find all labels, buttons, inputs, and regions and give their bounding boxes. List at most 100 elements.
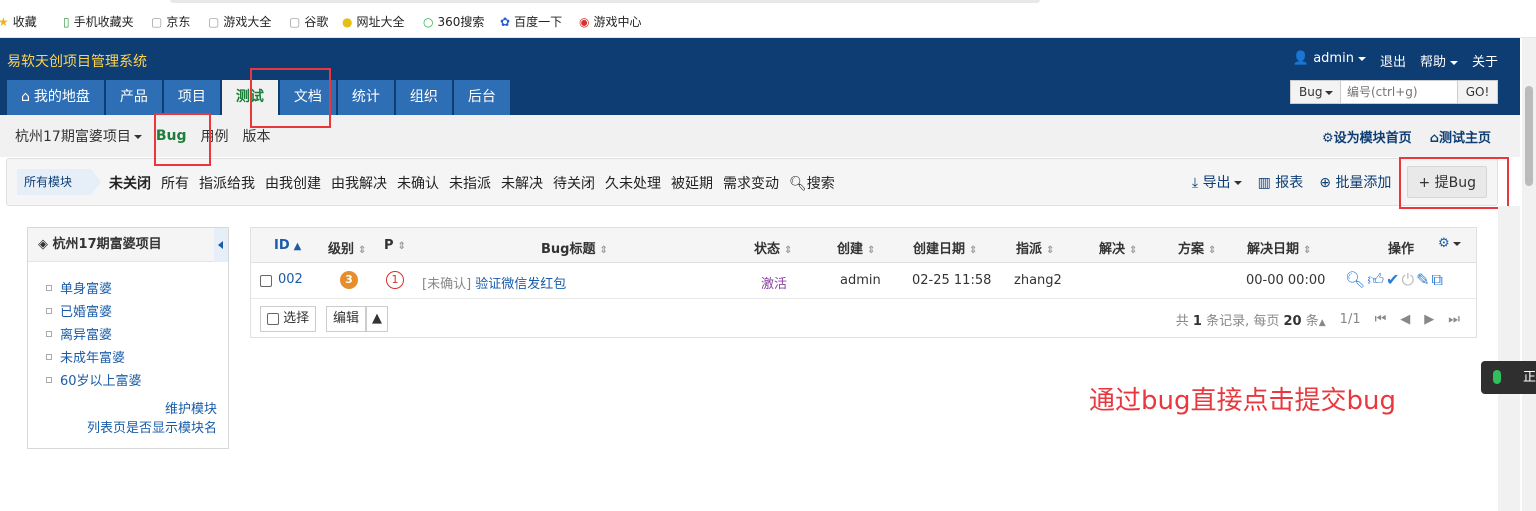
bookmark-baidu[interactable]: ✿ 百度一下 (500, 13, 562, 30)
search-go-button[interactable]: GO! (1457, 81, 1497, 103)
column-created-date[interactable]: 创建日期 ⇕ (913, 238, 977, 257)
tab-my-dashboard[interactable]: ⌂ 我的地盘 (7, 80, 104, 115)
first-page-icon[interactable]: ⏮ (1375, 312, 1387, 327)
tab-product[interactable]: 产品 (105, 80, 162, 115)
batch-edit-button[interactable]: 编辑 (326, 306, 367, 332)
filter-to-close[interactable]: 待关闭 (553, 173, 595, 193)
show-module-name-link[interactable]: 列表页是否显示模块名 (87, 419, 217, 438)
column-priority[interactable]: P ⇕ (384, 238, 406, 253)
batch-add-link[interactable]: ⊕ 批量添加 (1319, 172, 1391, 192)
microphone-icon (1493, 370, 1501, 384)
last-page-icon[interactable]: ⏭ (1448, 312, 1460, 327)
filter-unclosed[interactable]: 未关闭 (109, 173, 151, 193)
filter-all[interactable]: 所有 (161, 173, 189, 193)
table-row[interactable]: 002 3 1 [未确认] 验证微信发红包 激活 admin 02-25 11:… (251, 264, 1476, 299)
module-item[interactable]: 已婚富婆 (46, 299, 228, 322)
bookmark-favorites[interactable]: ★ 收藏 (0, 13, 37, 30)
filter-opened-by-me[interactable]: 由我创建 (265, 173, 321, 193)
scrollbar[interactable] (1522, 38, 1536, 511)
scrollbar-thumb[interactable] (1525, 86, 1533, 186)
tab-org[interactable]: 组织 (395, 80, 452, 115)
filter-unconfirmed[interactable]: 未确认 (397, 173, 439, 193)
module-item[interactable]: 未成年富婆 (46, 345, 228, 368)
close-icon[interactable]: ⏻ (1401, 270, 1414, 290)
highlight-test-tab (250, 68, 331, 128)
filter-unresolved[interactable]: 未解决 (501, 173, 543, 193)
filter-need-confirm[interactable]: 需求变动 (723, 173, 779, 193)
chevron-up-icon[interactable]: ▲ (1319, 318, 1326, 328)
filter-long-lasting[interactable]: 久未处理 (605, 173, 661, 193)
export-dropdown[interactable]: ⤓ 导出 (1192, 172, 1242, 192)
column-settings-icon[interactable]: ⚙ (1438, 236, 1461, 251)
all-modules-chip[interactable]: 所有模块 (17, 169, 101, 195)
column-severity[interactable]: 级别 ⇕ (328, 238, 366, 257)
created-date-text: 02-25 11:58 (912, 273, 992, 288)
filter-unassigned[interactable]: 未指派 (449, 173, 491, 193)
filter-assigned-to-me[interactable]: 指派给我 (199, 173, 255, 193)
module-item[interactable]: 60岁以上富婆 (46, 368, 228, 391)
browser-bookmarks-bar: ★ 收藏 ▯ 手机收藏夹 ▢ 京东 ▢ 游戏大全 ▢ 谷歌 ● 网址大全 ○ 360搜索 ✿ 百… (0, 0, 1536, 38)
game-icon: ◉ (579, 14, 590, 29)
sort-asc-icon: ▲ (293, 241, 302, 252)
confirm-icon[interactable]: 👍︎ (1367, 270, 1384, 290)
search-input[interactable] (1341, 81, 1457, 103)
assigned-text: zhang2 (1014, 273, 1062, 288)
collapse-sidebar-icon[interactable] (214, 228, 228, 262)
filter-postponed[interactable]: 被延期 (671, 173, 713, 193)
bookmark-hao[interactable]: ● 网址大全 (342, 13, 405, 30)
voice-widget[interactable]: 正 (1481, 361, 1536, 394)
view-icon[interactable]: 🔍︎ (1345, 270, 1365, 290)
subnav-build[interactable]: 版本 (243, 126, 271, 146)
row-checkbox[interactable] (260, 273, 272, 288)
annotation-text: 通过bug直接点击提交bug (1089, 386, 1396, 416)
column-status[interactable]: 状态 ⇕ (754, 238, 792, 257)
page-icon: ▢ (208, 14, 220, 29)
logout-link[interactable]: 退出 (1380, 51, 1406, 70)
sort-icon: ⇕ (969, 245, 978, 256)
bug-title[interactable]: [未确认] 验证微信发红包 (422, 273, 566, 292)
pager: 共 1 条记录, 每页 20 条▲ 1/1 ⏮ ◀ ▶ ⏭ (1176, 310, 1460, 329)
tree-node-icon (46, 376, 52, 383)
tab-project[interactable]: 项目 (163, 80, 220, 115)
column-title[interactable]: Bug标题 ⇕ (541, 238, 608, 257)
tab-stats[interactable]: 统计 (337, 80, 394, 115)
about-link[interactable]: 关于 (1472, 51, 1498, 70)
bug-id-link[interactable]: 002 (278, 272, 303, 287)
column-assigned[interactable]: 指派 ⇕ (1016, 238, 1054, 257)
tree-node-icon (46, 284, 52, 291)
report-link[interactable]: ▥ 报表 (1258, 172, 1304, 192)
filter-resolved-by-me[interactable]: 由我解决 (331, 173, 387, 193)
edit-icon[interactable]: ✎ (1416, 270, 1429, 290)
bookmark-games[interactable]: ▢ 游戏大全 (208, 13, 271, 30)
search-360-icon: ○ (423, 14, 434, 29)
resolve-icon[interactable]: ✔ (1386, 270, 1399, 290)
set-module-home-link[interactable]: ⚙设为模块首页 (1322, 127, 1412, 146)
bookmark-google[interactable]: ▢ 谷歌 (289, 13, 328, 30)
user-dropdown[interactable]: 👤 admin (1293, 51, 1366, 70)
search-toggle[interactable]: 🔍︎搜索 (789, 173, 835, 193)
bookmark-jd[interactable]: ▢ 京东 (151, 13, 190, 30)
column-resolution[interactable]: 方案 ⇕ (1178, 238, 1216, 257)
test-home-link[interactable]: ⌂测试主页 (1430, 127, 1491, 146)
maintain-module-link[interactable]: 维护模块 (87, 400, 217, 419)
help-dropdown[interactable]: 帮助 (1420, 51, 1458, 70)
module-item[interactable]: 单身富婆 (46, 276, 228, 299)
column-id[interactable]: ID ▲ (274, 238, 301, 253)
project-selector[interactable]: 杭州17期富婆项目 (15, 126, 142, 146)
feature-bar: 所有模块 未关闭 所有 指派给我 由我创建 由我解决 未确认 未指派 未解决 待… (6, 158, 1498, 206)
module-item[interactable]: 离异富婆 (46, 322, 228, 345)
batch-more-dropdown[interactable]: ▲ (366, 306, 388, 332)
next-page-icon[interactable]: ▶ (1424, 312, 1434, 327)
column-resolved-date[interactable]: 解决日期 ⇕ (1247, 238, 1311, 257)
bookmark-game-center[interactable]: ◉ 游戏中心 (579, 13, 642, 30)
copy-icon[interactable]: ⧉ (1432, 270, 1443, 290)
bookmark-360[interactable]: ○ 360搜索 (423, 13, 484, 30)
column-resolved-by[interactable]: 解决 ⇕ (1099, 238, 1137, 257)
column-creator[interactable]: 创建 ⇕ (837, 238, 875, 257)
bookmark-mobile[interactable]: ▯ 手机收藏夹 (63, 13, 134, 30)
tree-node-icon (46, 307, 52, 314)
prev-page-icon[interactable]: ◀ (1400, 312, 1410, 327)
search-type-select[interactable]: Bug (1291, 81, 1341, 103)
tab-admin[interactable]: 后台 (453, 80, 510, 115)
select-all-button[interactable]: 选择 (260, 306, 317, 332)
